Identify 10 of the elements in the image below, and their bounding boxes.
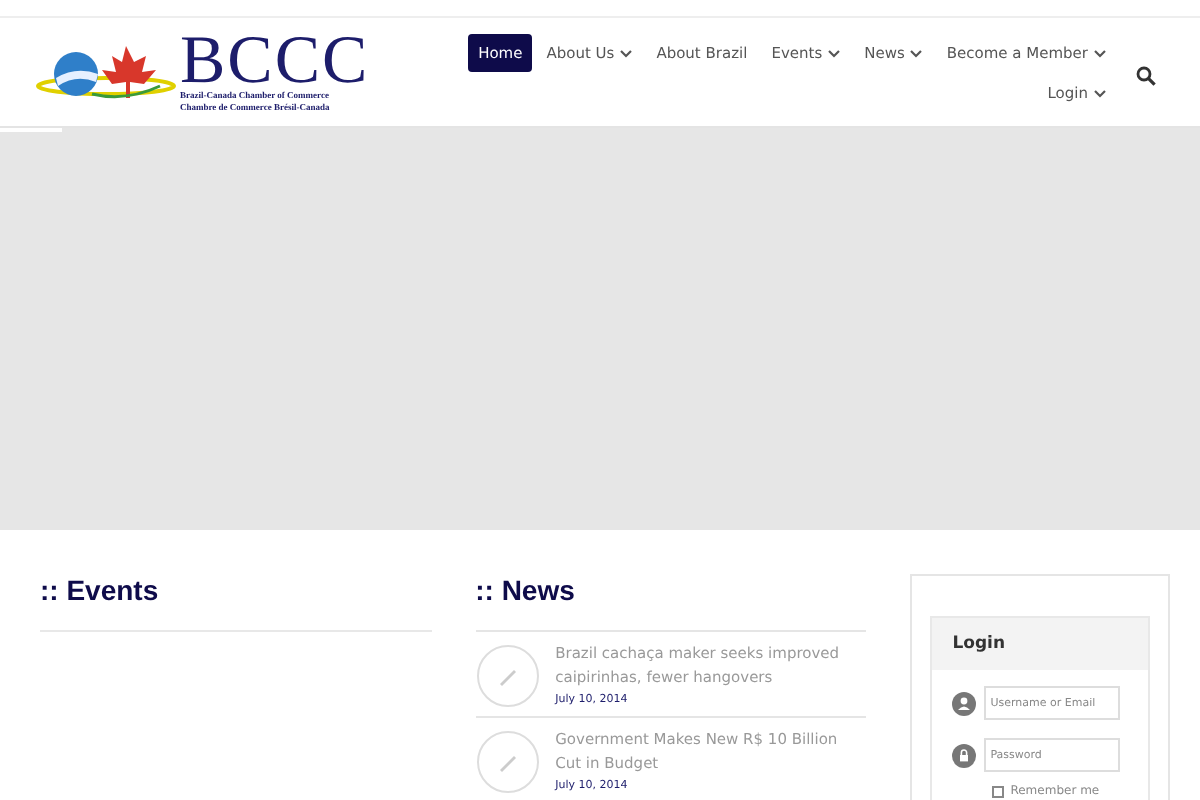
pencil-icon [475,644,540,708]
lock-icon [952,743,977,767]
login-title: Login [952,634,1006,654]
search-icon[interactable] [1136,66,1156,86]
logo-acronym: BCCC [180,34,370,90]
section-heading: :: News [475,574,577,606]
remember-checkbox[interactable] [992,785,1005,797]
user-icon [952,691,977,715]
pencil-icon [475,730,540,794]
section-heading: :: Events [40,574,161,606]
